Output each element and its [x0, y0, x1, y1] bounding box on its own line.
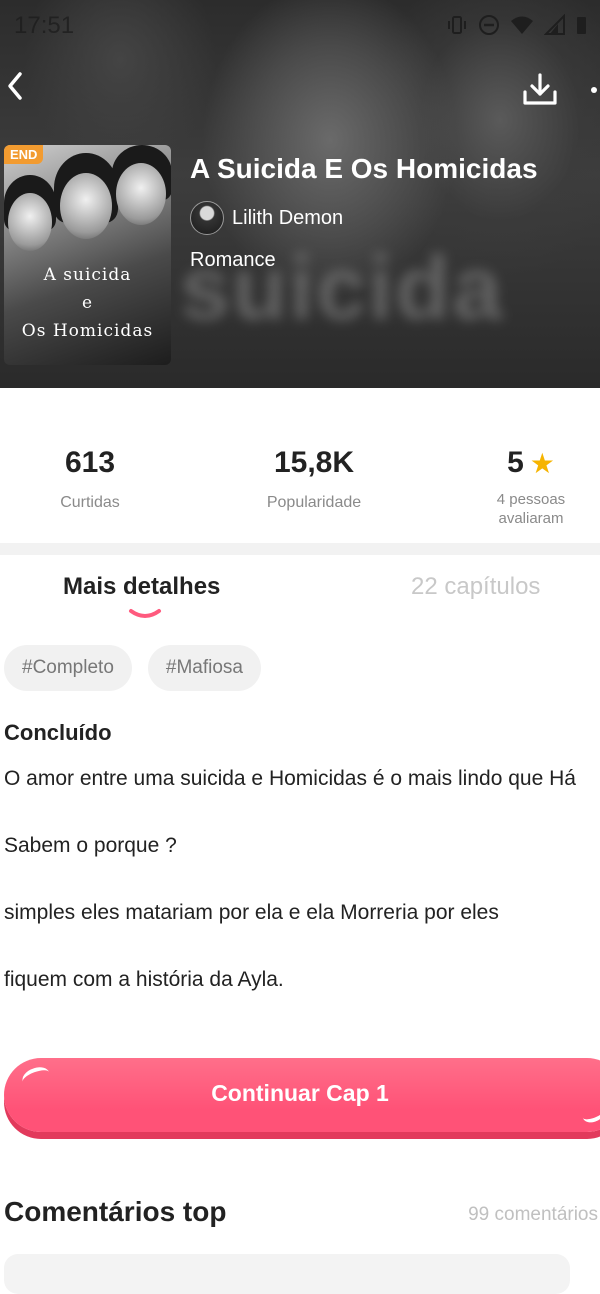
stats-section: 613 Curtidas 15,8K Popularidade 5 ★ 4 pe…: [0, 388, 600, 544]
genre-label[interactable]: Romance: [190, 249, 276, 272]
author-name[interactable]: Lilith Demon: [232, 207, 343, 230]
section-divider: [0, 543, 600, 555]
do-not-disturb-icon: [479, 15, 499, 35]
completion-status: Concluído: [4, 720, 112, 745]
author-link[interactable]: Lilith Demon: [190, 201, 343, 235]
synopsis-paragraph: simples eles matariam por ela e ela Morr…: [4, 901, 499, 924]
book-cover[interactable]: END A suicida e Os Homicidas: [4, 145, 171, 365]
back-icon[interactable]: [2, 66, 42, 106]
rating-label: 4 pessoas avaliaram: [441, 490, 600, 528]
synopsis-paragraph: Sabem o porque ?: [4, 834, 177, 857]
status-bar: 17:51: [0, 0, 600, 52]
comments-title: Comentários top: [4, 1196, 227, 1227]
synopsis: O amor entre uma suicida e Homicidas é o…: [4, 763, 600, 1031]
tag-completo[interactable]: #Completo: [4, 645, 132, 691]
more-options-icon[interactable]: [584, 80, 600, 100]
download-icon[interactable]: [520, 70, 560, 110]
tag-list: #Completo #Mafiosa: [4, 645, 261, 691]
active-tab-indicator: [129, 609, 161, 618]
continue-reading-button[interactable]: Continuar Cap 1: [4, 1058, 600, 1132]
status-icons: [446, 14, 588, 36]
rating-value: 5: [507, 446, 524, 479]
popularity-stat: 15,8K Popularidade: [224, 446, 404, 512]
cover-title-line: A suicida: [43, 265, 132, 285]
rating-label-line: avaliaram: [498, 510, 564, 527]
cover-face: [60, 173, 112, 239]
tab-details[interactable]: Mais detalhes: [63, 573, 220, 601]
vibrate-icon: [448, 16, 466, 34]
comment-card[interactable]: [4, 1254, 570, 1294]
wifi-icon: [511, 16, 533, 34]
end-badge: END: [4, 145, 44, 164]
battery-icon: [577, 17, 586, 34]
tab-chapters[interactable]: 22 capítulos: [411, 573, 540, 601]
synopsis-paragraph: O amor entre uma suicida e Homicidas é o…: [4, 767, 576, 790]
cover-title-line: Os Homicidas: [21, 321, 154, 341]
status-time: 17:51: [14, 12, 75, 39]
rating-label-line: 4 pessoas: [496, 491, 566, 508]
book-title: A Suicida E Os Homicidas: [190, 153, 538, 184]
rating-stat[interactable]: 5 ★ 4 pessoas avaliaram: [441, 446, 600, 528]
star-icon: ★: [529, 447, 555, 479]
likes-label: Curtidas: [60, 494, 120, 511]
synopsis-paragraph: fiquem com a história da Ayla.: [4, 968, 284, 991]
cover-title-line: e: [81, 293, 94, 313]
signal-icon: [544, 14, 565, 35]
book-header: suicida 17:51 END A suicida e Os Homicid…: [0, 0, 600, 388]
popularity-value: 15,8K: [273, 446, 355, 479]
cover-face: [116, 163, 166, 225]
likes-stat: 613 Curtidas: [0, 446, 180, 512]
tag-mafiosa[interactable]: #Mafiosa: [147, 645, 261, 691]
cover-face: [8, 193, 52, 251]
continue-button-label: Continuar Cap 1: [211, 1080, 389, 1106]
comments-count-link[interactable]: 99 comentários: [468, 1204, 598, 1226]
cover-title-text: A suicida e Os Homicidas: [4, 261, 171, 345]
likes-value: 613: [64, 446, 116, 479]
author-avatar[interactable]: [190, 201, 224, 235]
popularity-label: Popularidade: [266, 494, 362, 511]
